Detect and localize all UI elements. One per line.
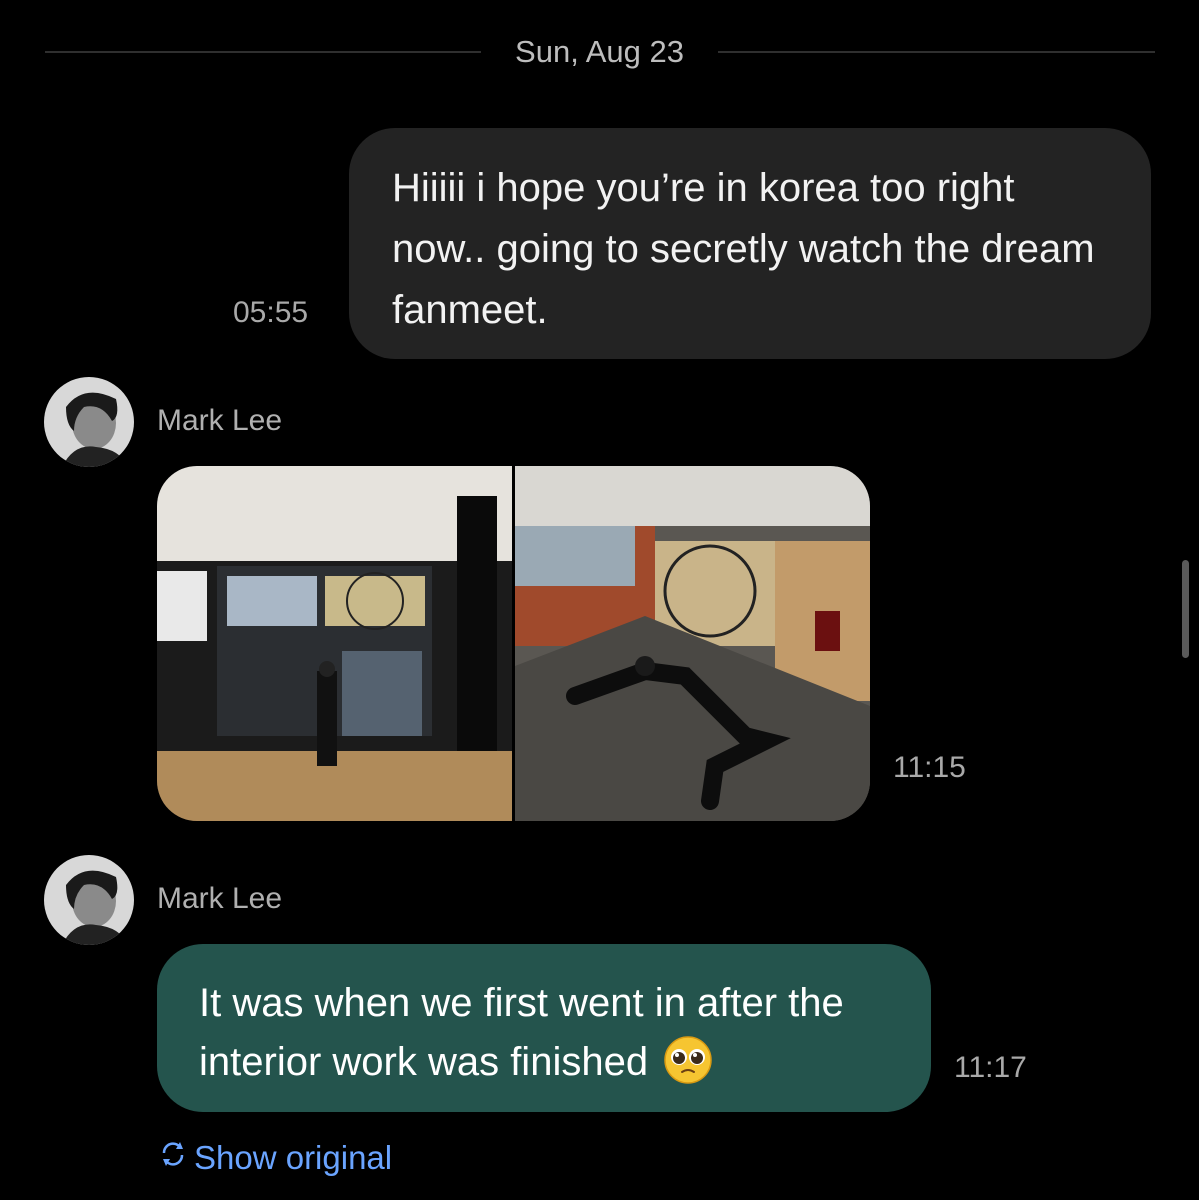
sender-name: Mark Lee xyxy=(157,404,283,437)
photo-time: 11:15 xyxy=(893,751,966,784)
scrollbar[interactable] xyxy=(1182,560,1189,658)
show-original-label: Show original xyxy=(194,1139,393,1176)
photo-dance-studio-standing[interactable] xyxy=(157,466,512,821)
avatar[interactable] xyxy=(44,377,134,467)
avatar[interactable] xyxy=(44,855,134,945)
sender-name: Mark Lee xyxy=(157,882,283,915)
studio-photo-2-image xyxy=(515,466,870,821)
outgoing-message-bubble[interactable]: Hiiiii i hope you’re in korea too right … xyxy=(349,128,1151,359)
photo-grid[interactable] xyxy=(157,466,870,821)
date-divider: Sun, Aug 23 xyxy=(515,34,684,69)
pleading-face-emoji-icon xyxy=(663,1035,713,1085)
message-text: It was when we first went in after the i… xyxy=(199,981,844,1084)
studio-photo-1-image xyxy=(157,466,512,821)
message-time: 11:17 xyxy=(954,1051,1027,1084)
translate-refresh-icon xyxy=(158,1139,188,1177)
show-original-button[interactable]: Show original xyxy=(158,1139,392,1177)
message-time: 05:55 xyxy=(233,296,309,329)
message-text: Hiiiii i hope you’re in korea too right … xyxy=(392,166,1095,332)
photo-dance-studio-lying-on-floor[interactable] xyxy=(515,466,870,821)
incoming-message-bubble[interactable]: It was when we first went in after the i… xyxy=(157,944,931,1112)
